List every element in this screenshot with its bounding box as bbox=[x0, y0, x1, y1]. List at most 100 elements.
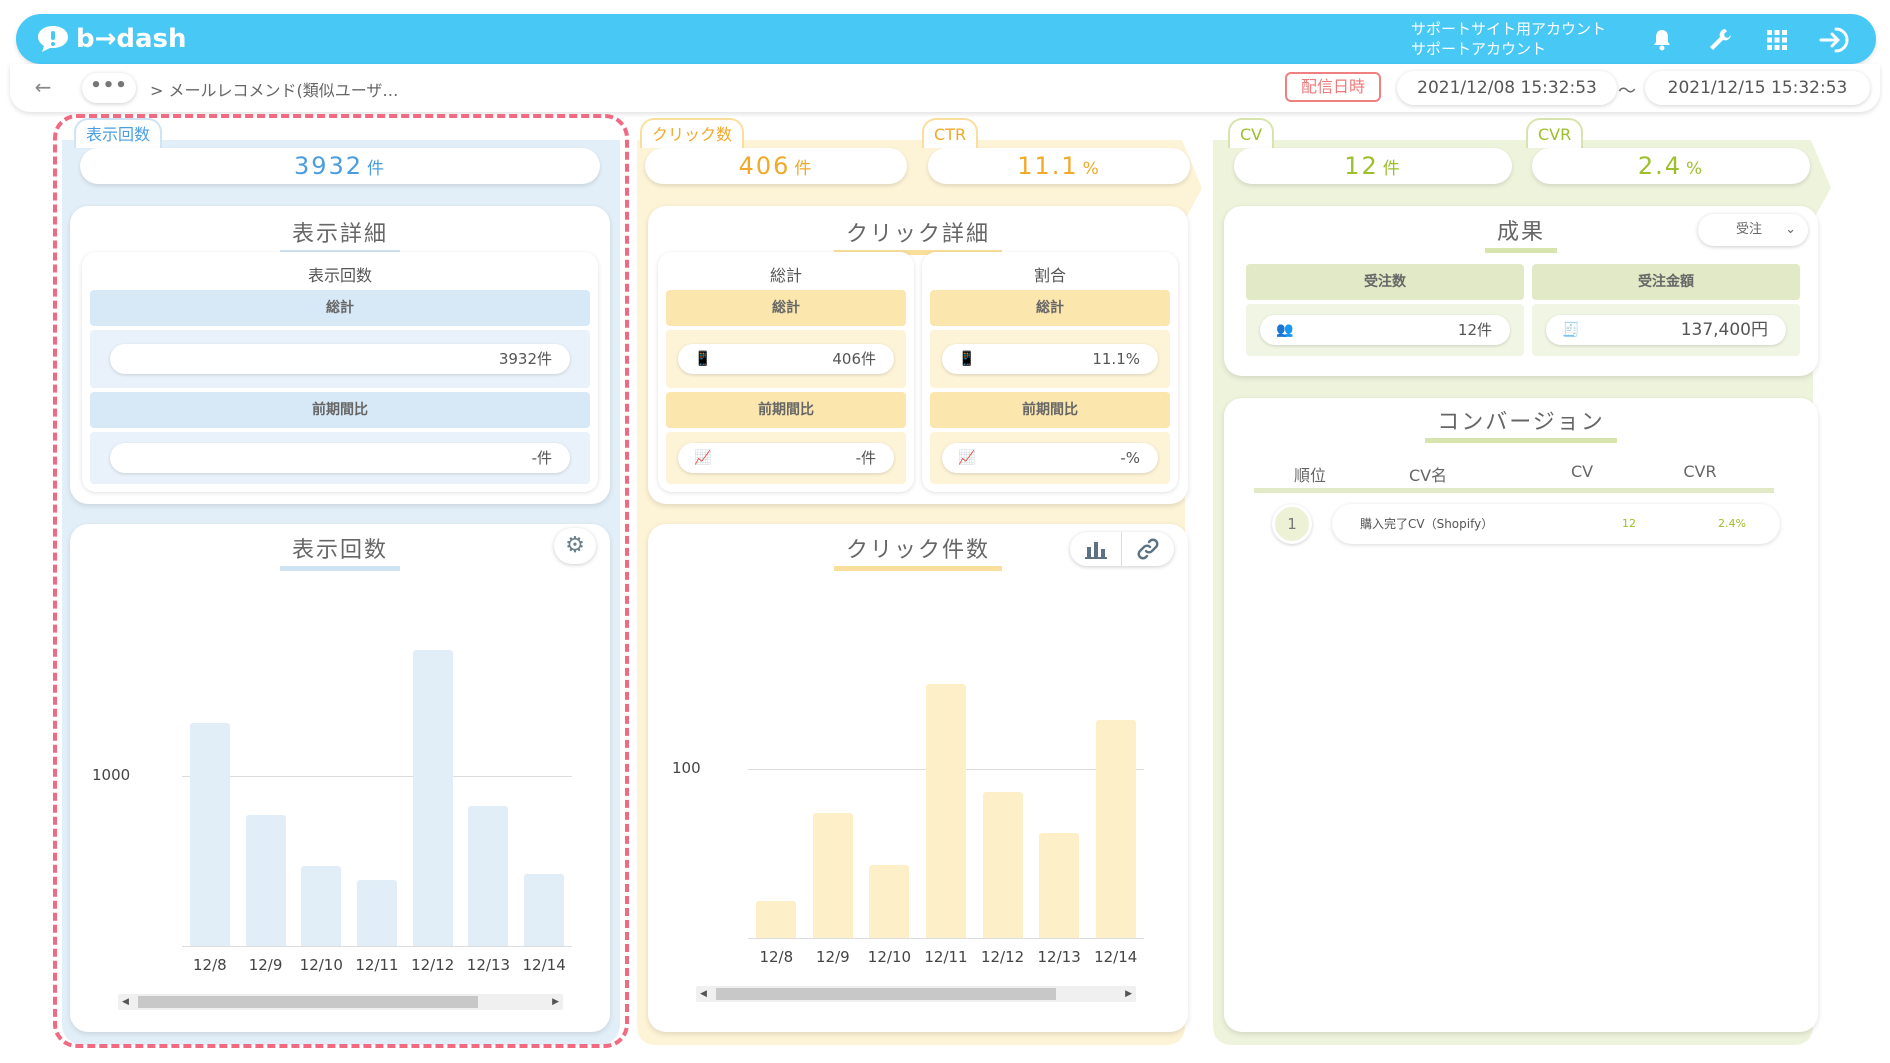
scroll-left-icon[interactable]: ◀ bbox=[700, 986, 707, 1002]
tab-cv: CV bbox=[1228, 118, 1275, 148]
clicks-kpi: 406 件 bbox=[645, 148, 907, 184]
orders-value: 👥 12件 bbox=[1260, 315, 1510, 345]
back-arrow-icon[interactable]: ← bbox=[30, 76, 56, 100]
click-prev-header: 前期間比 bbox=[666, 392, 906, 428]
bar-12/10[interactable] bbox=[869, 865, 910, 938]
x-tick-label: 12/10 bbox=[867, 948, 912, 966]
x-tick-label: 12/13 bbox=[1037, 948, 1081, 966]
people-icon: 👥 bbox=[1276, 322, 1294, 338]
amount-header: 受注金額 bbox=[1532, 264, 1800, 300]
bar-12/9[interactable] bbox=[245, 814, 286, 946]
grid-apps-icon[interactable] bbox=[1762, 25, 1792, 55]
rank-badge: 1 bbox=[1272, 504, 1312, 544]
scroll-thumb[interactable] bbox=[716, 988, 1056, 1000]
y-tick-label: 1000 bbox=[92, 765, 131, 784]
results-card: 成果 受注 ⌄ 受注数 受注金額 👥 12件 🧾 137,400円 bbox=[1224, 206, 1818, 376]
breadcrumb[interactable]: > メールレコメンド(類似ユーザ… bbox=[150, 77, 398, 101]
click-ratio-section: 割合 bbox=[1033, 266, 1066, 285]
row-cv: 12 bbox=[1622, 517, 1636, 530]
gridline bbox=[182, 775, 572, 777]
scroll-right-icon[interactable]: ▶ bbox=[552, 994, 559, 1010]
cv-kpi-value: 12 bbox=[1344, 152, 1379, 180]
table-row[interactable]: 購入完了CV（Shopify） 12 2.4% bbox=[1332, 504, 1780, 544]
x-tick-label: 12/8 bbox=[759, 948, 794, 966]
clicks-chart-scrollbar[interactable]: ◀ ▶ bbox=[696, 986, 1136, 1002]
scroll-right-icon[interactable]: ▶ bbox=[1125, 986, 1132, 1002]
bar-12/11[interactable] bbox=[357, 880, 397, 946]
wrench-icon[interactable] bbox=[1705, 25, 1735, 55]
cv-kpi-unit: 件 bbox=[1382, 159, 1402, 179]
col-header-rank: 順位 bbox=[1293, 466, 1326, 485]
x-axis-line bbox=[748, 938, 1144, 939]
x-tick-label: 12/14 bbox=[1094, 948, 1138, 966]
chevron-down-icon: ⌄ bbox=[1785, 222, 1796, 237]
ratio-prev-value: 📈 -% bbox=[942, 443, 1158, 473]
ctr-kpi-value: 11.1 bbox=[1017, 152, 1079, 180]
click-detail-title: クリック詳細 bbox=[648, 216, 1188, 255]
click-total-value: 📱 406件 bbox=[678, 344, 894, 374]
date-to-field[interactable]: 2021/12/15 15:32:53 bbox=[1645, 71, 1870, 105]
header-divider bbox=[1254, 488, 1774, 493]
bar-12/13[interactable] bbox=[1039, 833, 1080, 938]
ratio-total-header: 総計 bbox=[930, 290, 1170, 326]
impression-prev-box: -件 bbox=[90, 432, 590, 484]
bar-12/10[interactable] bbox=[301, 865, 342, 946]
account-info[interactable]: サポートサイト用アカウント サポートアカウント bbox=[1411, 19, 1606, 59]
ratio-total-box: 📱 11.1% bbox=[930, 330, 1170, 388]
orders-header: 受注数 bbox=[1246, 264, 1524, 300]
bar-12/14[interactable] bbox=[524, 873, 565, 946]
impression-total-value: 3932件 bbox=[110, 344, 570, 374]
clicks-bar-chart: 100 12/8 12/9 12/10 12/11 12/12 12/13 12/14 bbox=[648, 524, 1188, 1032]
col-header-cv: CV bbox=[1570, 462, 1594, 481]
bar-12/8[interactable] bbox=[756, 900, 797, 938]
bar-12/11[interactable] bbox=[926, 684, 966, 938]
ratio-total-value: 📱 11.1% bbox=[942, 344, 1158, 374]
impressions-chart-scrollbar[interactable]: ◀ ▶ bbox=[118, 994, 563, 1010]
bar-12/8[interactable] bbox=[189, 722, 230, 946]
cvr-kpi-value: 2.4 bbox=[1637, 152, 1682, 180]
amount-box: 🧾 137,400円 bbox=[1532, 304, 1800, 356]
bar-12/12[interactable] bbox=[412, 649, 453, 946]
date-from-field[interactable]: 2021/12/08 15:32:53 bbox=[1397, 71, 1617, 105]
more-button[interactable]: ••• bbox=[82, 73, 136, 103]
x-tick-label: 12/9 bbox=[816, 948, 850, 966]
sub-bar: ← ••• > メールレコメンド(類似ユーザ… 配信日時 2021/12/08 … bbox=[10, 64, 1880, 112]
impressions-kpi-value: 3932 bbox=[293, 152, 364, 180]
logo-bubble-icon bbox=[38, 26, 68, 52]
bar-12/14[interactable] bbox=[1095, 719, 1136, 938]
bell-icon[interactable] bbox=[1647, 25, 1677, 55]
amount-value: 🧾 137,400円 bbox=[1546, 315, 1786, 345]
click-prev-box: 📈 -件 bbox=[666, 432, 906, 484]
logo[interactable]: b→dash bbox=[36, 22, 187, 56]
impressions-chart-card: 表示回数 ⚙ 1000 12/8 12/9 12/10 12/11 12/12 12/13 1… bbox=[70, 524, 610, 1032]
bar-12/9[interactable] bbox=[812, 812, 853, 938]
ctr-kpi-unit: % bbox=[1082, 159, 1101, 179]
impression-total-box: 3932件 bbox=[90, 330, 590, 388]
logout-icon[interactable] bbox=[1816, 25, 1852, 55]
date-range-separator: 〜 bbox=[1618, 81, 1636, 102]
delivery-datetime-label: 配信日時 bbox=[1285, 72, 1381, 102]
col-header-cvr: CVR bbox=[1683, 462, 1717, 481]
click-prev-value: 📈 -件 bbox=[678, 443, 894, 473]
scroll-thumb[interactable] bbox=[138, 996, 478, 1008]
bar-12/13[interactable] bbox=[468, 806, 509, 946]
x-tick-label: 12/11 bbox=[924, 948, 968, 966]
ratio-prev-box: 📈 -% bbox=[930, 432, 1170, 484]
impressions-bar-chart: 1000 12/8 12/9 12/10 12/11 12/12 12/13 12/14 bbox=[70, 524, 610, 1032]
receipt-icon: 🧾 bbox=[1562, 322, 1580, 338]
tab-clicks: クリック数 bbox=[640, 118, 745, 148]
bar-12/12[interactable] bbox=[982, 792, 1023, 938]
results-type-dropdown[interactable]: 受注 ⌄ bbox=[1698, 214, 1808, 246]
click-total-box: 📱 406件 bbox=[666, 330, 906, 388]
x-tick-label: 12/9 bbox=[248, 956, 283, 974]
scroll-left-icon[interactable]: ◀ bbox=[122, 994, 129, 1010]
impression-detail-title: 表示詳細 bbox=[70, 216, 610, 255]
click-total-header: 総計 bbox=[666, 290, 906, 326]
trend-chart-icon: 📈 bbox=[694, 450, 712, 466]
click-total-section: 総計 bbox=[769, 266, 802, 285]
click-detail-card: クリック詳細 総計 総計 📱 406件 前期間比 📈 -件 割合 総計 📱 11.1%… bbox=[648, 206, 1188, 504]
row-cvr: 2.4% bbox=[1718, 517, 1746, 530]
x-tick-label: 12/11 bbox=[355, 956, 399, 974]
ratio-trend-icon: 📈 bbox=[958, 450, 976, 466]
account-line-1: サポートサイト用アカウント bbox=[1411, 20, 1607, 38]
